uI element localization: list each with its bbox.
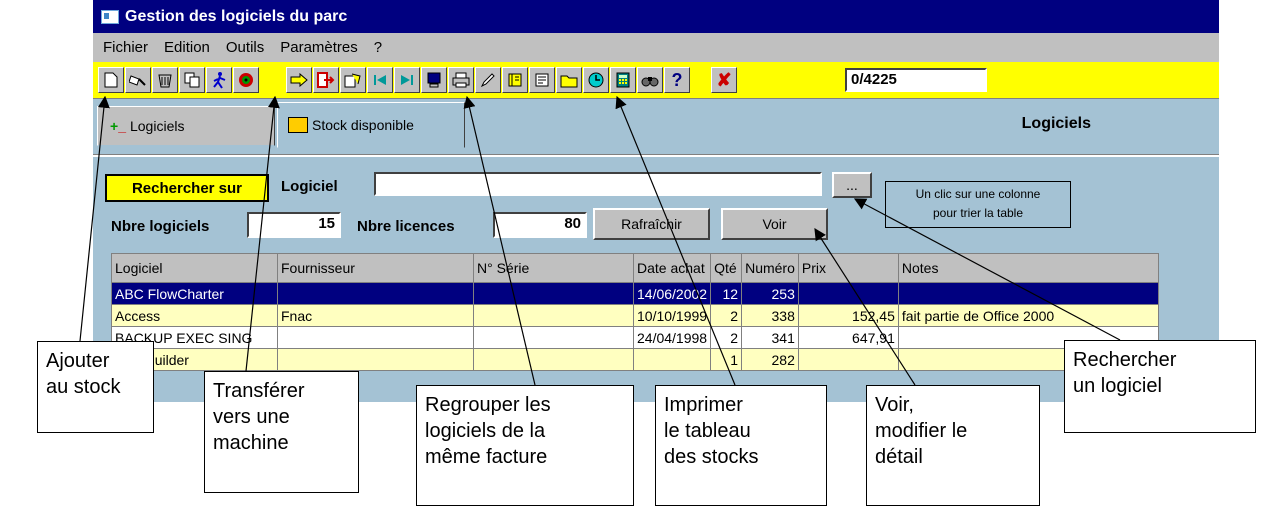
arrow-rechercher [853,198,1121,341]
annotation-arrows [79,95,1121,386]
arrow-ajouter [79,95,110,342]
arrow-regrouper [463,95,536,386]
arrow-voir [814,227,916,386]
arrow-imprimer [615,95,736,386]
arrow-transferer [245,95,280,372]
